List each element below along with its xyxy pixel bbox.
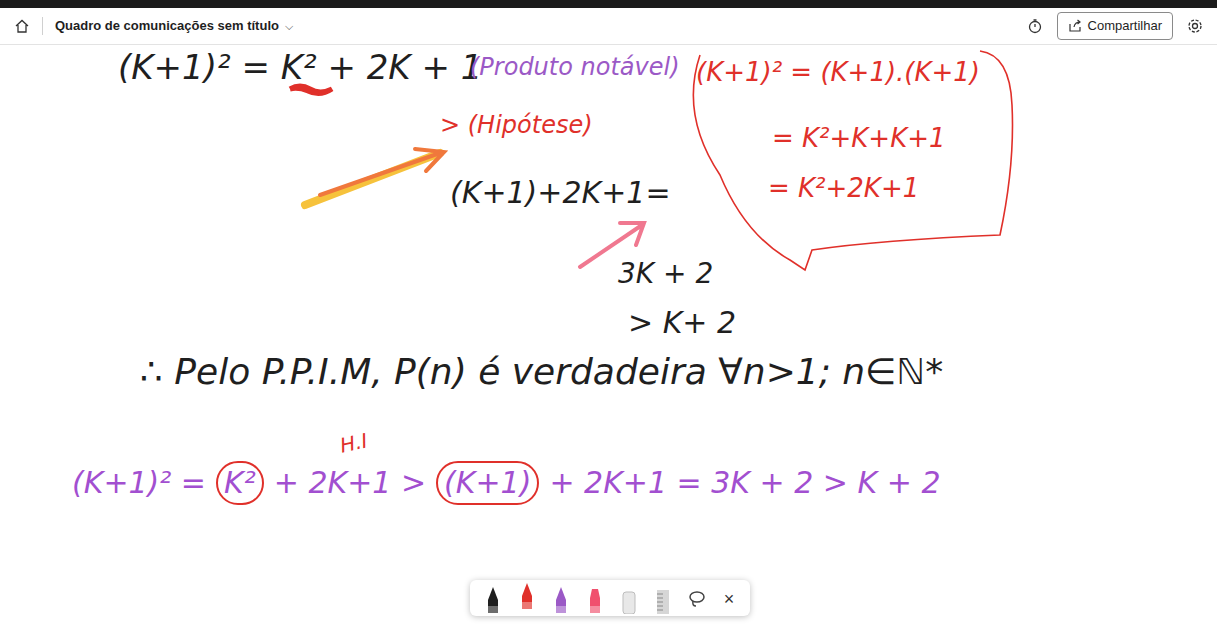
ruler-icon [654, 588, 672, 614]
annotation-drawings [0, 45, 1217, 626]
handwritten-note[interactable]: (K+1)+2K+1= [450, 175, 671, 211]
home-icon[interactable] [14, 18, 30, 34]
pen-tool[interactable] [480, 584, 506, 614]
term: + 2K+1 = 3K + 2 > K + 2 [549, 465, 940, 501]
timer-icon[interactable] [1027, 18, 1043, 34]
handwritten-note[interactable]: = K²+2K+1 [768, 173, 919, 204]
settings-gear-icon[interactable] [1187, 18, 1203, 34]
header-bar: Quadro de comunicações sem título⌵ Compar… [0, 8, 1217, 45]
handwritten-note[interactable]: > (Hipótese) [440, 111, 593, 140]
title-strip [0, 0, 1217, 8]
ruler-tool[interactable] [650, 584, 676, 614]
handwritten-note[interactable]: (Produto notável) [470, 53, 680, 82]
pen-icon [552, 586, 570, 614]
whiteboard-app: Quadro de comunicações sem título⌵ Compar… [0, 0, 1217, 626]
share-icon [1068, 19, 1082, 33]
pen-icon [518, 582, 536, 610]
handwritten-note[interactable]: H.I [338, 428, 370, 457]
final-line[interactable]: (K+1)² = K² + 2K+1 > (K+1) + 2K+1 = 3K + 2 >… [72, 461, 940, 505]
pen-tool[interactable] [514, 580, 540, 610]
handwritten-note[interactable]: > K+ 2 [628, 305, 736, 341]
circled-term: K² [216, 461, 264, 505]
circled-term: (K+1) [436, 461, 539, 505]
pen-icon [484, 586, 502, 614]
eraser-tool[interactable] [616, 584, 642, 614]
pen-tool[interactable] [548, 584, 574, 614]
term: + 2K+1 > [274, 465, 426, 501]
handwritten-note[interactable]: 3K + 2 [618, 257, 713, 291]
handwritten-note[interactable]: = K²+K+K+1 [772, 123, 946, 154]
pen-toolbar: × [470, 580, 750, 616]
board-title[interactable]: Quadro de comunicações sem título⌵ [55, 16, 293, 36]
lasso-icon [688, 590, 706, 608]
term: (K+1)² = [72, 465, 206, 501]
eraser-icon [620, 588, 638, 614]
close-toolbar-button[interactable]: × [718, 584, 740, 614]
handwritten-note[interactable]: (K+1)² = K² + 2K + 1 [118, 47, 482, 88]
handwritten-note[interactable]: ∴ Pelo P.P.I.M, P(n) é verdadeira ∀n>1; … [140, 350, 943, 393]
highlighter-icon [586, 586, 604, 614]
highlighter-tool[interactable] [582, 584, 608, 614]
lasso-tool[interactable] [684, 584, 710, 614]
canvas[interactable]: (K+1)² = K² + 2K + 1(Produto notável) (K+… [0, 45, 1217, 626]
share-button[interactable]: Compartilhar [1057, 12, 1173, 40]
handwritten-note[interactable]: (K+1)² = (K+1).(K+1) [696, 57, 980, 88]
